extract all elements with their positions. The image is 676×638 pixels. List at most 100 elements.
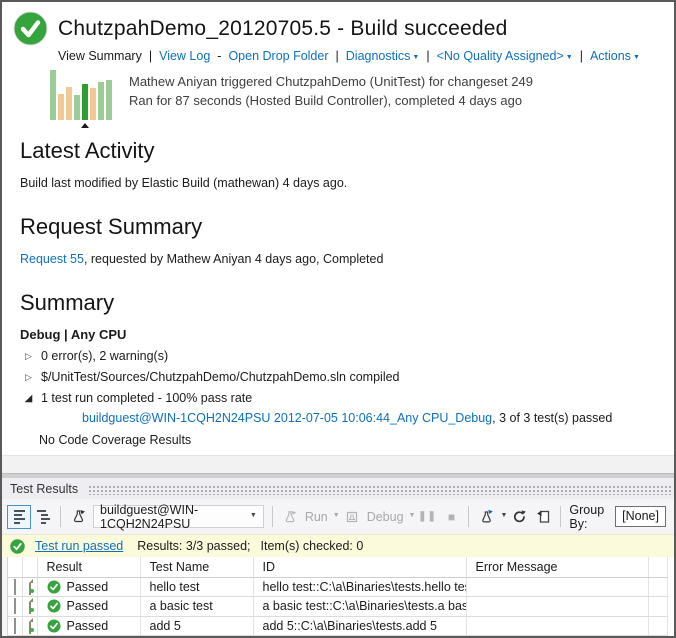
stop-button-disabled[interactable]: ■ bbox=[439, 505, 463, 529]
nav-separator: - bbox=[217, 49, 221, 63]
nav-separator: | bbox=[149, 49, 152, 63]
table-row[interactable]: Passed a basic test a basic test::C:\a\B… bbox=[8, 597, 668, 617]
test-run-selector-combo[interactable]: buildguest@WIN-1CQH2N24PSU ▼ bbox=[93, 505, 264, 528]
chevron-down-icon: ▼ bbox=[412, 54, 419, 61]
collapsed-triangle-icon[interactable]: ▷ bbox=[24, 372, 33, 383]
nav-view-log[interactable]: View Log bbox=[159, 49, 210, 63]
error-message-cell bbox=[466, 597, 648, 617]
nav-separator: | bbox=[580, 49, 583, 63]
id-cell: hello test::C:\a\Binaries\tests.hello te… bbox=[253, 577, 466, 597]
summary-footer-filler bbox=[2, 455, 674, 473]
flat-list-view-button[interactable] bbox=[7, 505, 31, 529]
error-message-column-header[interactable]: Error Message bbox=[466, 557, 648, 577]
expanded-triangle-icon[interactable]: ◢ bbox=[24, 393, 33, 404]
row-checkbox[interactable] bbox=[14, 579, 16, 595]
latest-activity-text: Build last modified by Elastic Build (ma… bbox=[20, 176, 674, 190]
test-document-icon bbox=[29, 598, 31, 614]
error-message-cell bbox=[466, 577, 648, 597]
table-row[interactable]: Passed add 5 add 5::C:\a\Binaries\tests.… bbox=[8, 616, 668, 636]
flask-run-icon bbox=[71, 509, 86, 524]
run-button-label[interactable]: Run bbox=[305, 510, 328, 524]
summary-item-test-run[interactable]: ◢ 1 test run completed - 100% pass rate bbox=[24, 391, 674, 405]
test-document-icon bbox=[29, 579, 31, 595]
request-link[interactable]: Request 55 bbox=[20, 252, 84, 266]
run-selected-tests-button[interactable] bbox=[66, 505, 90, 529]
run-all-tests-button[interactable] bbox=[474, 505, 498, 529]
trigger-line-2: Ran for 87 seconds (Hosted Build Control… bbox=[129, 91, 533, 110]
test-name-cell: hello test bbox=[140, 577, 253, 597]
build-nav: View Summary | View Log - Open Drop Fold… bbox=[58, 49, 674, 63]
debug-button-label[interactable]: Debug bbox=[367, 510, 404, 524]
test-run-suffix: , 3 of 3 test(s) passed bbox=[492, 411, 612, 425]
toolbar-separator bbox=[272, 506, 273, 527]
build-trigger-text: Mathew Aniyan triggered ChutzpahDemo (Un… bbox=[129, 70, 533, 120]
grouped-list-icon bbox=[37, 510, 50, 524]
test-run-detail-line: buildguest@WIN-1CQH2N24PSU 2012-07-05 10… bbox=[82, 411, 674, 425]
build-summary-view: ChutzpahDemo_20120705.5 - Build succeede… bbox=[2, 2, 674, 473]
stop-icon: ■ bbox=[448, 510, 455, 524]
nav-actions[interactable]: Actions▼ bbox=[590, 49, 640, 63]
run-tests-button-disabled[interactable] bbox=[278, 505, 302, 529]
build-trigger-block: Mathew Aniyan triggered ChutzpahDemo (Un… bbox=[50, 70, 674, 120]
chevron-down-icon: ▼ bbox=[250, 512, 257, 519]
row-checkbox[interactable] bbox=[14, 598, 16, 614]
test-run-passed-link[interactable]: Test run passed bbox=[35, 539, 123, 553]
passed-check-icon bbox=[47, 619, 61, 633]
build-summary-window: ChutzpahDemo_20120705.5 - Build succeede… bbox=[0, 0, 676, 638]
error-message-cell bbox=[466, 616, 648, 636]
refresh-icon bbox=[512, 509, 527, 524]
row-checkbox[interactable] bbox=[14, 618, 16, 634]
nav-view-summary[interactable]: View Summary bbox=[58, 49, 142, 63]
table-header-row: Result Test Name ID Error Message bbox=[8, 557, 668, 577]
group-by-control: Group By: [None] bbox=[555, 503, 669, 531]
results-summary-text: Results: 3/3 passed; bbox=[137, 539, 250, 553]
id-cell: add 5::C:\a\Binaries\tests.add 5 bbox=[253, 616, 466, 636]
flat-list-icon bbox=[14, 510, 25, 524]
request-summary-heading: Request Summary bbox=[20, 214, 674, 240]
summary-item-errors-warnings[interactable]: ▷ 0 error(s), 2 warning(s) bbox=[24, 349, 674, 363]
nav-quality-dropdown[interactable]: <No Quality Assigned>▼ bbox=[437, 49, 573, 63]
nav-open-drop-folder[interactable]: Open Drop Folder bbox=[228, 49, 328, 63]
toolbar-separator bbox=[468, 506, 469, 527]
chevron-down-icon: ▼ bbox=[333, 512, 340, 519]
code-coverage-text: No Code Coverage Results bbox=[39, 433, 674, 447]
test-run-link[interactable]: buildguest@WIN-1CQH2N24PSU 2012-07-05 10… bbox=[82, 411, 492, 425]
chevron-down-icon: ▼ bbox=[566, 54, 573, 61]
test-results-titlebar[interactable]: Test Results bbox=[2, 478, 674, 499]
debug-flask-icon-disabled bbox=[345, 510, 359, 524]
passed-check-icon bbox=[47, 599, 61, 613]
result-value: Passed bbox=[67, 599, 109, 613]
panel-title-label: Test Results bbox=[10, 482, 78, 496]
nav-separator: | bbox=[426, 49, 429, 63]
test-results-toolbar: buildguest@WIN-1CQH2N24PSU ▼ Run ▼ Debug bbox=[2, 499, 674, 534]
result-column-header[interactable]: Result bbox=[37, 557, 140, 577]
flask-arrow-icon bbox=[479, 509, 494, 524]
flask-run-icon-disabled bbox=[283, 510, 297, 524]
refresh-button[interactable] bbox=[507, 505, 531, 529]
items-checked-text: Item(s) checked: 0 bbox=[261, 539, 364, 553]
test-run-statusbar: Test run passed Results: 3/3 passed; Ite… bbox=[2, 534, 674, 557]
nav-diagnostics[interactable]: Diagnostics▼ bbox=[346, 49, 420, 63]
debug-tests-button-disabled[interactable] bbox=[340, 505, 364, 529]
summary-heading: Summary bbox=[20, 290, 674, 316]
collapsed-triangle-icon[interactable]: ▷ bbox=[24, 351, 33, 362]
passed-check-icon bbox=[47, 580, 61, 594]
build-configuration: Debug | Any CPU bbox=[20, 327, 674, 342]
toolbar-separator bbox=[60, 506, 61, 527]
test-results-grid-area: Result Test Name ID Error Message Passed… bbox=[2, 557, 674, 636]
icon-column-header[interactable] bbox=[22, 557, 37, 577]
pause-button-disabled[interactable]: ❚❚ bbox=[415, 505, 439, 529]
group-by-combo[interactable]: [None] bbox=[615, 506, 666, 527]
grouped-list-view-button[interactable] bbox=[31, 505, 55, 529]
pause-icon: ❚❚ bbox=[418, 511, 437, 522]
test-name-column-header[interactable]: Test Name bbox=[140, 557, 253, 577]
export-results-button[interactable] bbox=[531, 505, 555, 529]
id-column-header[interactable]: ID bbox=[253, 557, 466, 577]
checkbox-column-header[interactable] bbox=[8, 557, 22, 577]
table-row[interactable]: Passed hello test hello test::C:\a\Binar… bbox=[8, 577, 668, 597]
test-name-cell: a basic test bbox=[140, 597, 253, 617]
build-succeeded-icon bbox=[12, 10, 49, 47]
test-document-icon bbox=[29, 618, 31, 634]
summary-item-solution-compiled[interactable]: ▷ $/UnitTest/Sources/ChutzpahDemo/Chutzp… bbox=[24, 370, 674, 384]
test-run-passed-icon bbox=[10, 539, 25, 554]
